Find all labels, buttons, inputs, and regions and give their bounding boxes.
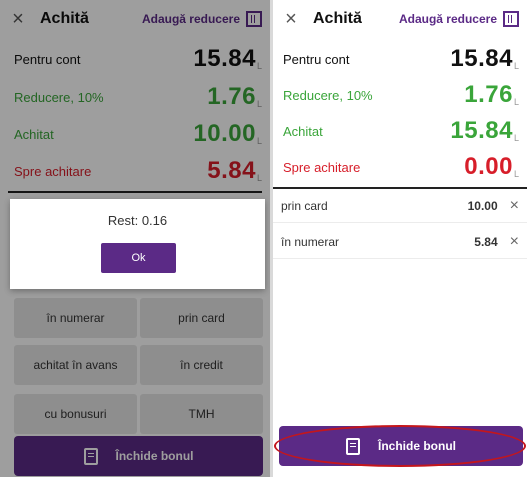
barcode-scan-icon[interactable]: [503, 11, 519, 27]
total-value: 0.00: [464, 153, 513, 180]
total-label: Reducere, 10%: [283, 88, 373, 103]
total-value: 15.84: [450, 45, 513, 72]
close-receipt-button[interactable]: Închide bonul: [279, 426, 523, 466]
total-label: Spre achitare: [283, 160, 361, 175]
currency-label: L: [513, 133, 519, 143]
change-dialog: Rest: 0.16 Ok: [10, 199, 265, 289]
total-value: 1.76: [464, 81, 513, 108]
receipt-icon: [346, 437, 360, 455]
payment-row: prin card 10.00 ×: [273, 189, 527, 223]
remove-icon[interactable]: ×: [510, 197, 519, 215]
left-screen: × Achită Adaugă reducere Pentru cont 15.…: [0, 0, 270, 477]
total-value: 15.84: [450, 117, 513, 144]
payment-method: prin card: [281, 198, 328, 213]
currency-label: L: [513, 169, 519, 179]
change-message: Rest: 0.16: [107, 213, 168, 228]
total-row-discount: Reducere, 10% 1.76 L: [273, 76, 527, 113]
currency-label: L: [513, 97, 519, 107]
total-row-due: Spre achitare 0.00 L: [273, 148, 527, 185]
payment-row: în numerar 5.84 ×: [273, 225, 527, 259]
remove-icon[interactable]: ×: [510, 233, 519, 251]
page-title: Achită: [313, 10, 362, 27]
payment-amount: 10.00: [467, 198, 498, 213]
total-label: Achitat: [283, 124, 323, 139]
close-icon[interactable]: ×: [279, 8, 303, 31]
right-screen: × Achită Adaugă reducere Pentru cont 15.…: [273, 0, 527, 477]
ok-button[interactable]: Ok: [101, 243, 176, 273]
payment-method: în numerar: [281, 234, 340, 249]
add-discount-link[interactable]: Adaugă reducere: [399, 12, 497, 26]
payment-amount: 5.84: [474, 234, 498, 249]
currency-label: L: [513, 61, 519, 71]
total-label: Pentru cont: [283, 52, 350, 67]
total-row-paid: Achitat 15.84 L: [273, 112, 527, 149]
right-header: × Achită Adaugă reducere: [273, 0, 527, 38]
close-receipt-label: Închide bonul: [378, 439, 456, 453]
total-row-account: Pentru cont 15.84 L: [273, 40, 527, 77]
